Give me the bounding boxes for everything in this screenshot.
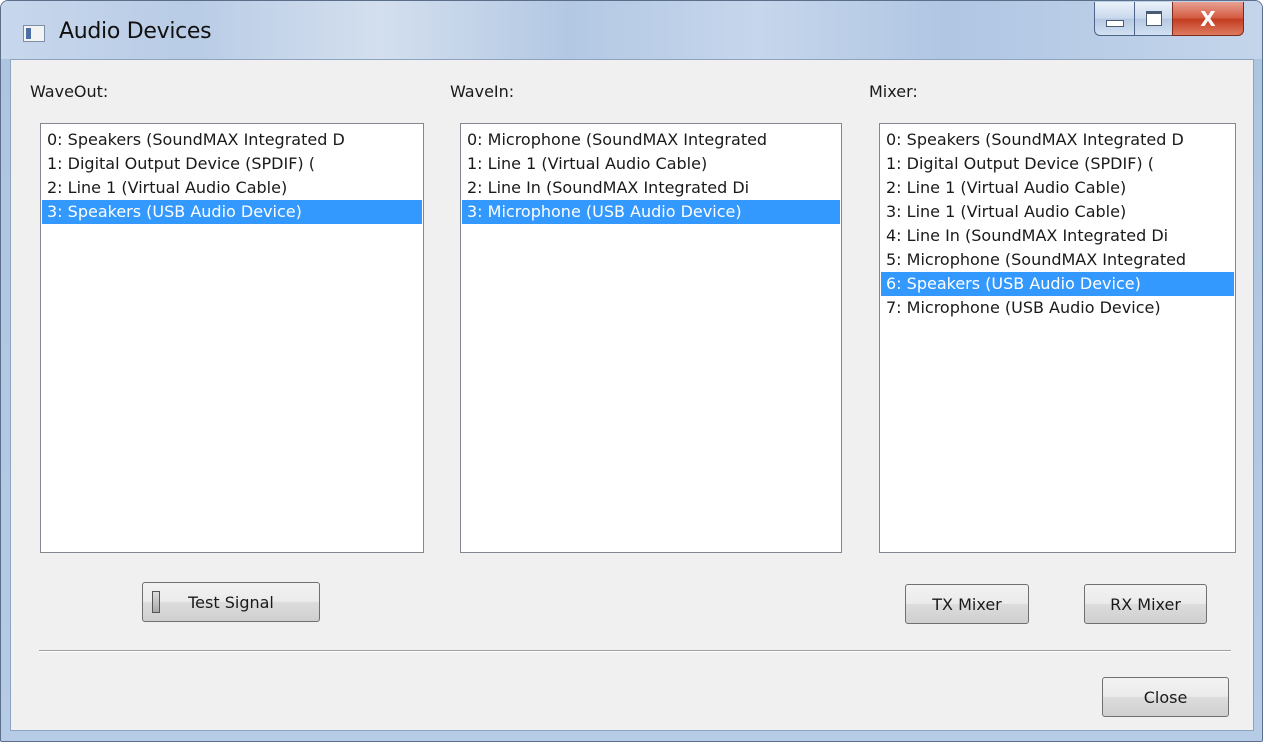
close-window-button[interactable]: X (1172, 2, 1244, 36)
mixer-label: Mixer: (869, 82, 918, 101)
minimize-button[interactable] (1094, 2, 1134, 36)
test-signal-label: Test Signal (188, 592, 274, 612)
mixer-item[interactable]: 5: Microphone (SoundMAX Integrated (881, 248, 1234, 272)
wavein-label: WaveIn: (450, 82, 515, 101)
mixer-item[interactable]: 6: Speakers (USB Audio Device) (881, 272, 1234, 296)
waveout-item[interactable]: 3: Speakers (USB Audio Device) (42, 200, 422, 224)
waveout-item[interactable]: 0: Speakers (SoundMAX Integrated D (42, 128, 422, 152)
signal-led-icon (152, 591, 160, 613)
mixer-item[interactable]: 4: Line In (SoundMAX Integrated Di (881, 224, 1234, 248)
tx-mixer-button[interactable]: TX Mixer (905, 584, 1029, 624)
mixer-item[interactable]: 2: Line 1 (Virtual Audio Cable) (881, 176, 1234, 200)
app-icon (23, 25, 45, 42)
caption-buttons: X (1094, 2, 1244, 38)
wavein-item[interactable]: 2: Line In (SoundMAX Integrated Di (462, 176, 840, 200)
dialog-client-area: WaveOut: 0: Speakers (SoundMAX Integrate… (10, 59, 1254, 731)
wavein-listbox[interactable]: 0: Microphone (SoundMAX Integrated 1: Li… (460, 123, 842, 553)
mixer-listbox[interactable]: 0: Speakers (SoundMAX Integrated D 1: Di… (879, 123, 1236, 553)
maximize-icon (1145, 11, 1162, 26)
rx-mixer-button[interactable]: RX Mixer (1084, 584, 1207, 624)
separator-line (39, 650, 1231, 652)
close-icon: X (1200, 6, 1216, 31)
waveout-listbox[interactable]: 0: Speakers (SoundMAX Integrated D 1: Di… (40, 123, 424, 553)
close-button[interactable]: Close (1102, 677, 1229, 717)
audio-devices-window: Audio Devices X WaveOut: 0: Speakers (So… (0, 0, 1263, 742)
window-title: Audio Devices (59, 19, 212, 44)
waveout-item[interactable]: 1: Digital Output Device (SPDIF) ( (42, 152, 422, 176)
maximize-button[interactable] (1134, 2, 1172, 36)
mixer-item[interactable]: 3: Line 1 (Virtual Audio Cable) (881, 200, 1234, 224)
title-bar[interactable]: Audio Devices X (1, 1, 1262, 59)
wavein-item[interactable]: 1: Line 1 (Virtual Audio Cable) (462, 152, 840, 176)
mixer-item[interactable]: 7: Microphone (USB Audio Device) (881, 296, 1234, 320)
waveout-label: WaveOut: (30, 82, 109, 101)
wavein-item[interactable]: 0: Microphone (SoundMAX Integrated (462, 128, 840, 152)
wavein-item[interactable]: 3: Microphone (USB Audio Device) (462, 200, 840, 224)
mixer-item[interactable]: 1: Digital Output Device (SPDIF) ( (881, 152, 1234, 176)
mixer-item[interactable]: 0: Speakers (SoundMAX Integrated D (881, 128, 1234, 152)
test-signal-button[interactable]: Test Signal (142, 582, 320, 622)
waveout-item[interactable]: 2: Line 1 (Virtual Audio Cable) (42, 176, 422, 200)
minimize-icon (1105, 20, 1124, 27)
